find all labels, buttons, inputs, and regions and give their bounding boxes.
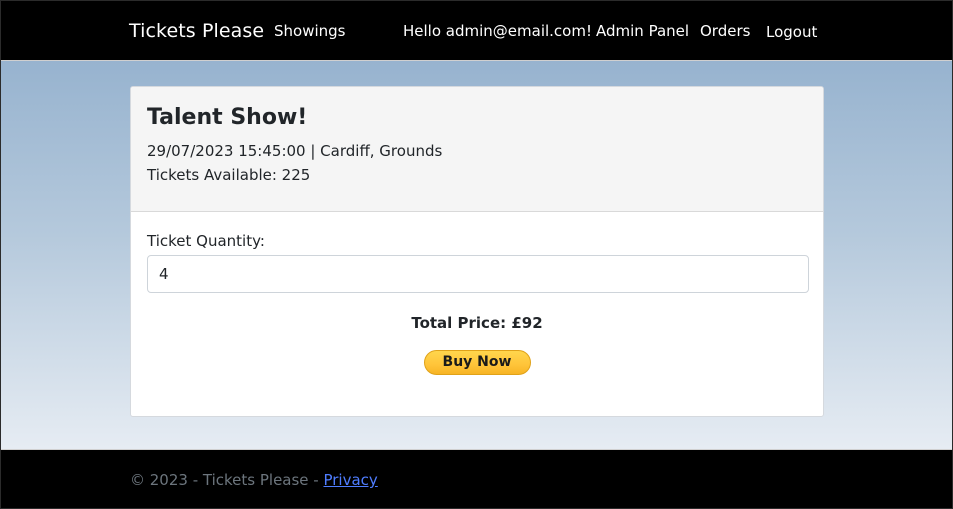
buy-now-button[interactable]: Buy Now [423, 350, 531, 375]
main-content: Talent Show! 29/07/2023 15:45:00 | Cardi… [1, 61, 952, 449]
event-title: Talent Show! [147, 105, 308, 130]
tickets-available: Tickets Available: 225 [147, 166, 311, 184]
nav-link-admin-panel[interactable]: Admin Panel [596, 22, 689, 40]
nav-greeting-link[interactable]: Hello admin@email.com! [403, 22, 592, 40]
total-price: Total Price: £92 [411, 314, 543, 332]
ticket-quantity-input[interactable] [147, 255, 809, 293]
logout-button[interactable]: Logout [766, 23, 817, 41]
footer-text: © 2023 - Tickets Please - Privacy [130, 471, 378, 489]
page-footer: © 2023 - Tickets Please - Privacy [1, 449, 952, 508]
nav-link-showings[interactable]: Showings [274, 22, 345, 40]
ticket-quantity-label: Ticket Quantity: [147, 232, 265, 250]
event-datetime-location: 29/07/2023 15:45:00 | Cardiff, Grounds [147, 142, 443, 160]
navbar-container: Tickets Please Showings Hello admin@emai… [129, 1, 817, 61]
privacy-link[interactable]: Privacy [323, 471, 377, 489]
event-card: Talent Show! 29/07/2023 15:45:00 | Cardi… [130, 86, 824, 417]
event-card-header: Talent Show! 29/07/2023 15:45:00 | Cardi… [131, 87, 823, 212]
brand-link[interactable]: Tickets Please [129, 20, 264, 42]
browser-viewport: Tickets Please Showings Hello admin@emai… [0, 0, 953, 509]
purchase-form: Ticket Quantity: Total Price: £92 Buy No… [131, 212, 823, 375]
top-navbar: Tickets Please Showings Hello admin@emai… [1, 1, 952, 61]
buy-now-container: Buy Now [147, 350, 807, 375]
footer-copyright: © 2023 - Tickets Please - [130, 471, 324, 489]
nav-link-orders[interactable]: Orders [700, 22, 750, 40]
